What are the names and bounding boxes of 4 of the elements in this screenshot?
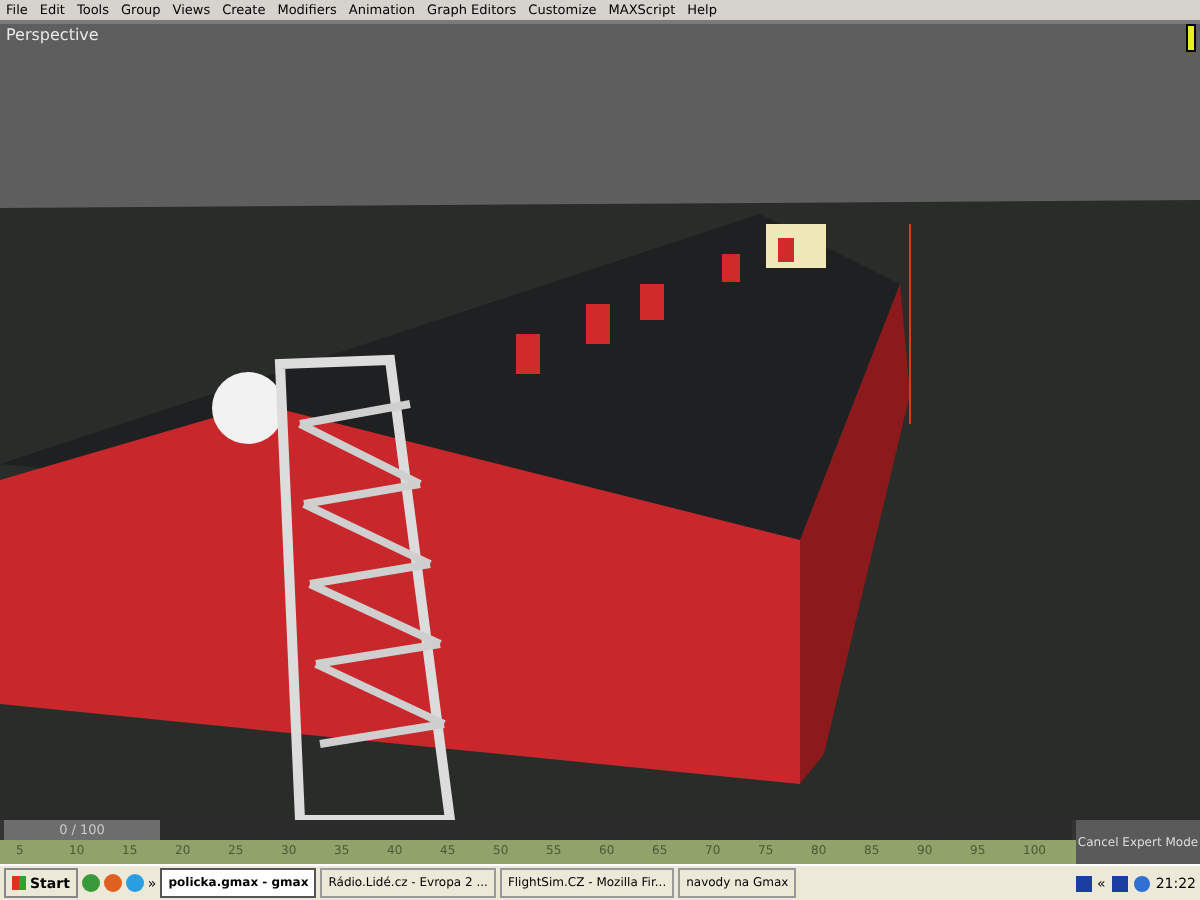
viewport-marker-icon (1186, 24, 1196, 52)
viewport-label[interactable]: Perspective (6, 26, 99, 44)
tray-icon[interactable] (1111, 875, 1128, 891)
tray-icon[interactable] (1075, 875, 1092, 891)
